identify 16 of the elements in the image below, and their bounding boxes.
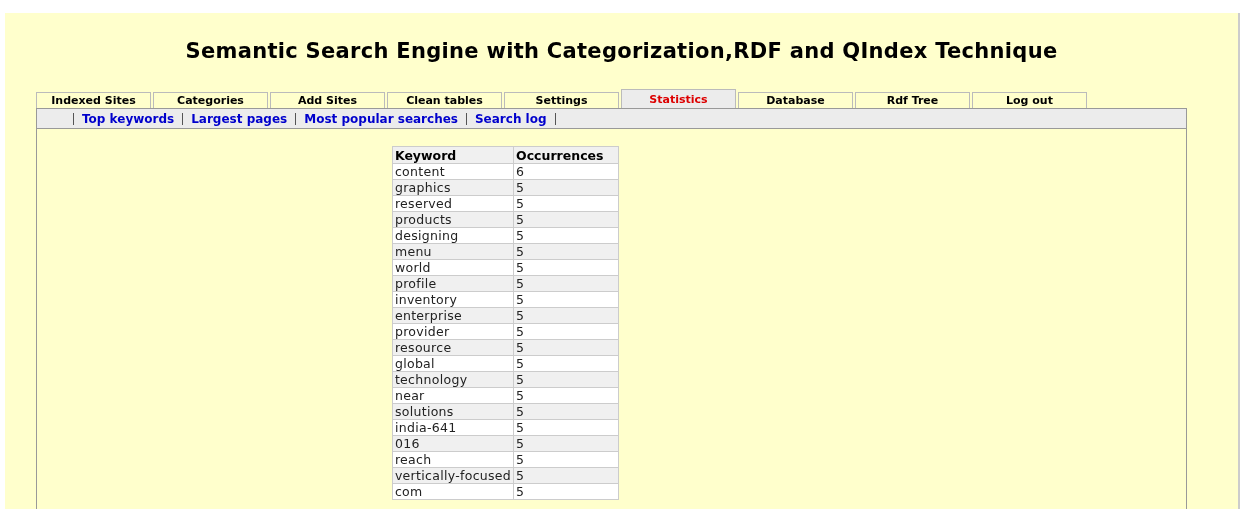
- tab[interactable]: Database: [738, 92, 853, 108]
- tab[interactable]: Log out: [972, 92, 1087, 108]
- page-title: Semantic Search Engine with Categorization,RDF and QIndex Technique: [184, 38, 1059, 65]
- tab[interactable]: Indexed Sites: [36, 92, 151, 108]
- column-header: Keyword: [392, 146, 514, 164]
- tab[interactable]: Rdf Tree: [855, 92, 970, 108]
- nav-link[interactable]: Largest pages: [191, 111, 288, 126]
- tab[interactable]: Statistics: [621, 89, 736, 108]
- column-header: Occurrences: [513, 146, 619, 164]
- nav-link[interactable]: Search log: [474, 111, 547, 126]
- tab[interactable]: Clean tables: [387, 92, 502, 108]
- tab[interactable]: Settings: [504, 92, 619, 108]
- nav-link[interactable]: Most popular searches: [304, 111, 458, 126]
- tab[interactable]: Add Sites: [270, 92, 385, 108]
- nav-link[interactable]: Top keywords: [82, 111, 175, 126]
- tab[interactable]: Categories: [153, 92, 268, 108]
